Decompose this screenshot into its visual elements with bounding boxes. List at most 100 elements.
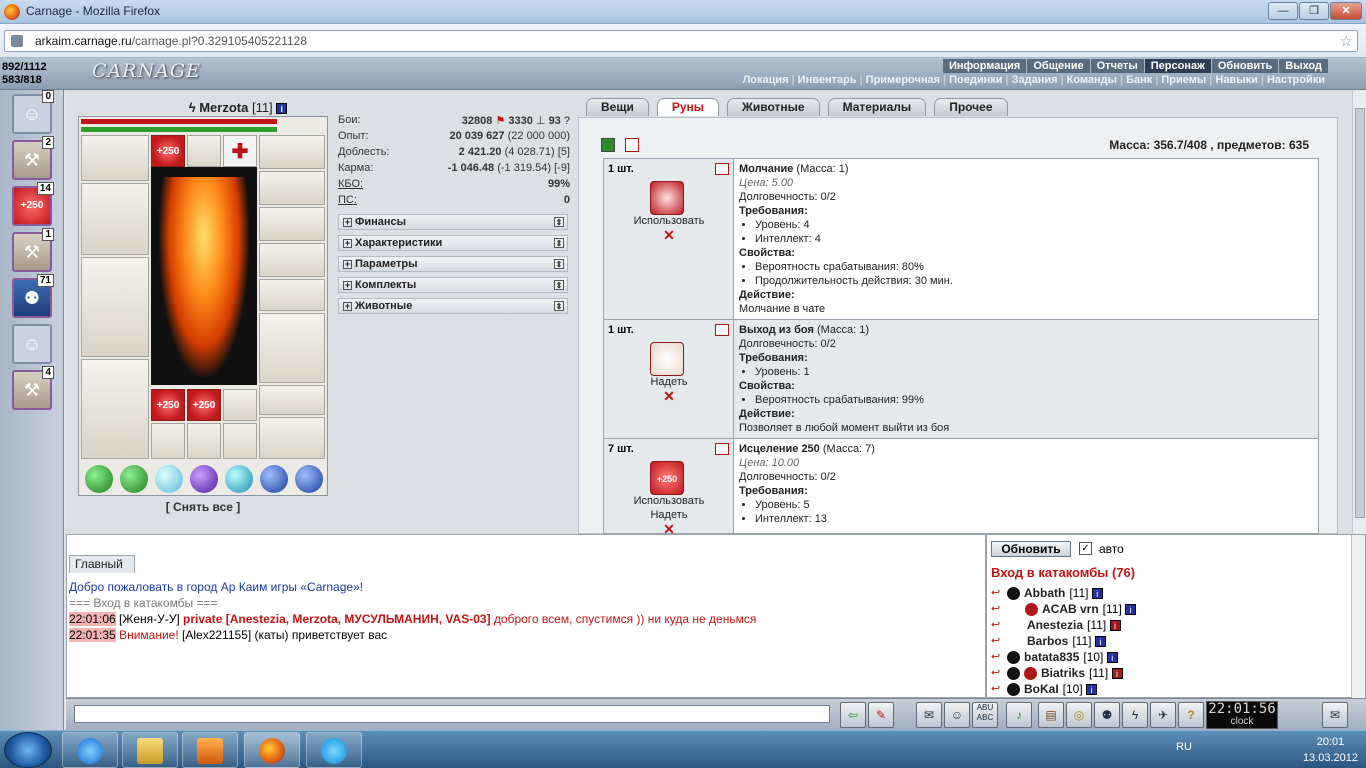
legs-slot[interactable] — [81, 359, 149, 459]
light-blue-gem-icon[interactable] — [155, 465, 183, 493]
item-toggle-icon[interactable] — [715, 443, 729, 455]
player-name[interactable]: Abbath — [1024, 585, 1065, 601]
info-icon[interactable]: i — [1125, 603, 1137, 615]
first-aid-slot[interactable]: ✚ — [223, 135, 257, 167]
chat-timestamp[interactable]: 22:01:06 — [69, 612, 116, 626]
taskbar-ie[interactable] — [62, 732, 118, 768]
remove-all-button[interactable]: [ Снять все ] — [138, 500, 268, 514]
section-parameters[interactable]: + Параметры ⇕ — [338, 256, 568, 272]
scrollbar-thumb[interactable] — [1355, 108, 1365, 518]
section-finances[interactable]: + Финансы ⇕ — [338, 214, 568, 230]
info-icon[interactable]: i — [1086, 683, 1098, 695]
ring-slot[interactable] — [223, 423, 257, 459]
player-name[interactable]: batata835 — [1024, 649, 1079, 665]
tab-items[interactable]: Вещи — [586, 98, 649, 116]
blue-gem-icon[interactable] — [295, 465, 323, 493]
coins-icon[interactable]: ◎ — [1066, 702, 1092, 728]
blue-gem-icon[interactable] — [260, 465, 288, 493]
ring-slot[interactable] — [151, 423, 185, 459]
translit-icon[interactable]: ABU ABC — [972, 702, 998, 728]
tab-materials[interactable]: Материалы — [827, 98, 927, 116]
info-icon[interactable]: i — [1091, 587, 1103, 599]
refresh-button[interactable]: Обновить — [991, 541, 1071, 557]
earrings-slot[interactable] — [259, 135, 325, 169]
tab-other[interactable]: Прочее — [934, 98, 1008, 116]
info-icon[interactable]: i — [1111, 667, 1123, 679]
menu-communication[interactable]: Общение — [1027, 59, 1090, 73]
auto-refresh-checkbox[interactable]: ✓ — [1079, 542, 1092, 555]
system-clock[interactable]: 20:01 13.03.2012 — [1303, 734, 1358, 766]
taskbar-explorer[interactable] — [122, 732, 178, 768]
private-arrow-icon[interactable]: ↩ — [991, 617, 1007, 633]
info-icon[interactable]: i — [1094, 635, 1106, 647]
submenu-settings[interactable]: Настройки — [1264, 74, 1328, 88]
chat-input[interactable] — [74, 705, 830, 723]
stat-help[interactable]: ? — [564, 115, 570, 127]
private-arrow-icon[interactable]: ↩ — [991, 601, 1007, 617]
private-arrow-icon[interactable]: ↩ — [991, 585, 1007, 601]
taskbar-media[interactable] — [182, 732, 238, 768]
gauntlets-slot[interactable] — [259, 279, 325, 311]
url-field[interactable]: arkaim.carnage.ru/carnage.pl?0.329105405… — [4, 30, 1358, 52]
language-indicator[interactable]: RU — [1176, 741, 1192, 753]
taskbar-skype[interactable] — [306, 732, 362, 768]
maximize-button[interactable]: ❐ — [1299, 2, 1329, 20]
collapse-all-icon[interactable] — [625, 138, 639, 152]
player-name[interactable]: Anestezia — [1027, 617, 1083, 633]
armor-slot[interactable] — [81, 257, 149, 357]
player-name[interactable]: BoKaI — [1024, 681, 1059, 697]
scroll-icon[interactable]: ✈ — [1150, 702, 1176, 728]
chat-private[interactable]: private [Anestezia, Merzota, МУСУЛЬМАНИН… — [183, 612, 491, 626]
delete-icon[interactable]: ✕ — [662, 388, 676, 405]
submenu-inventory[interactable]: Инвентарь — [795, 74, 860, 88]
start-button-icon[interactable] — [4, 732, 52, 768]
rune-slot[interactable] — [187, 135, 221, 167]
quick-heal-slot[interactable]: +250 — [151, 389, 185, 421]
group-icon[interactable]: ⚉ — [1094, 702, 1120, 728]
shield-slot[interactable] — [259, 313, 325, 383]
green-gem-icon[interactable] — [120, 465, 148, 493]
character-nick[interactable]: Merzota — [199, 100, 248, 115]
page-scrollbar[interactable] — [1352, 90, 1366, 534]
help-icon[interactable]: ? — [1178, 702, 1204, 728]
submenu-bank[interactable]: Банк — [1123, 74, 1155, 88]
quick-slot-scroll[interactable]: ⚒ 2 — [12, 136, 54, 180]
chat-timestamp[interactable]: 22:01:35 — [69, 628, 116, 642]
gloves-slot[interactable] — [259, 243, 325, 277]
info-icon[interactable]: i — [1109, 619, 1121, 631]
submenu-techniques[interactable]: Приемы — [1158, 74, 1209, 88]
item-toggle-icon[interactable] — [715, 324, 729, 336]
amulet-slot[interactable] — [259, 171, 325, 205]
submenu-quests[interactable]: Задания — [1009, 74, 1061, 88]
tab-runes[interactable]: Руны — [656, 98, 720, 116]
weapon-slot[interactable] — [81, 183, 149, 255]
delete-icon[interactable]: ✕ — [662, 227, 676, 244]
stat-label[interactable]: ПС: — [338, 194, 357, 210]
equip-button[interactable]: Надеть — [604, 376, 734, 388]
eraser-icon[interactable]: ✎ — [868, 702, 894, 728]
menu-refresh[interactable]: Обновить — [1211, 59, 1279, 73]
cyan-gem-icon[interactable] — [225, 465, 253, 493]
menu-exit[interactable]: Выход — [1279, 59, 1328, 73]
use-button[interactable]: Использовать — [604, 215, 734, 227]
expand-all-icon[interactable] — [601, 138, 615, 152]
quick-slot-group[interactable]: ⚉ 71 — [12, 274, 54, 318]
bracers-slot[interactable] — [259, 207, 325, 241]
quick-slot-person[interactable]: ☺ 0 — [12, 90, 54, 134]
menu-reports[interactable]: Отчеты — [1090, 59, 1144, 73]
quick-slot-scroll[interactable]: ⚒ 4 — [12, 366, 54, 410]
submenu-location[interactable]: Локация — [740, 74, 792, 88]
chat-nick[interactable]: Alex221155 — [185, 628, 248, 642]
submenu-duels[interactable]: Поединки — [946, 74, 1005, 88]
helmet-slot[interactable] — [81, 135, 149, 181]
section-sets[interactable]: + Комплекты ⇕ — [338, 277, 568, 293]
menu-character[interactable]: Персонаж — [1144, 59, 1211, 73]
belt-slot[interactable] — [259, 385, 325, 415]
player-name[interactable]: ACAB vrn — [1042, 601, 1099, 617]
private-arrow-icon[interactable]: ↩ — [991, 665, 1007, 681]
player-name[interactable]: Barbos — [1027, 633, 1068, 649]
section-animals[interactable]: + Животные ⇕ — [338, 298, 568, 314]
taskbar-firefox[interactable] — [244, 732, 300, 768]
chat-tab-main[interactable]: Главный — [69, 555, 135, 573]
use-button[interactable]: Использовать — [604, 495, 734, 507]
